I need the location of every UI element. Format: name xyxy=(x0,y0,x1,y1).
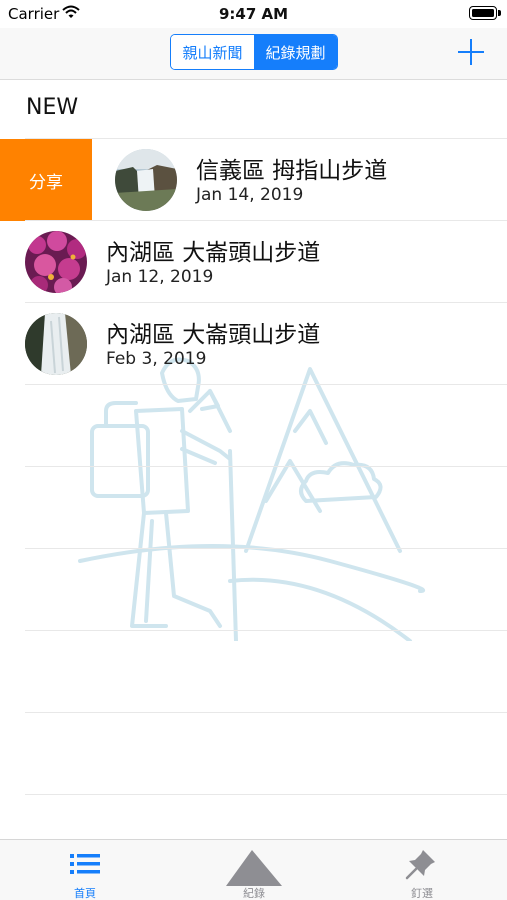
divider xyxy=(25,630,507,631)
item-date: Jan 14, 2019 xyxy=(196,185,304,205)
tab-label: 首頁 xyxy=(74,887,96,900)
item-title: 信義區 拇指山步道 xyxy=(196,158,388,184)
pushpin-icon xyxy=(362,846,482,884)
pink-flowers-thumbnail xyxy=(25,231,87,293)
section-header: NEW xyxy=(26,95,79,120)
status-time: 9:47 AM xyxy=(218,5,289,23)
tab-records[interactable]: 紀錄 xyxy=(194,840,314,900)
item-title: 內湖區 大崙頭山步道 xyxy=(106,240,321,266)
tab-bar: 首頁 紀錄 釘選 xyxy=(0,839,507,900)
item-date: Jan 12, 2019 xyxy=(106,267,214,287)
status-bar: Carrier 9:47 AM xyxy=(0,0,507,28)
segment-mountain-news[interactable]: 親山新聞 xyxy=(171,35,254,69)
list-item[interactable]: 內湖區 大崙頭山步道 Jan 12, 2019 xyxy=(0,221,507,303)
navigation-bar: 親山新聞 紀錄規劃 xyxy=(0,28,507,80)
waterfall-stream-thumbnail xyxy=(25,313,87,375)
list-item[interactable]: 內湖區 大崙頭山步道 Feb 3, 2019 xyxy=(0,303,507,385)
tab-pinned[interactable]: 釘選 xyxy=(362,840,482,900)
list-item[interactable]: 分享 信義區 拇指山步道 Jan 14, 2019 xyxy=(0,139,507,221)
plus-icon[interactable] xyxy=(455,36,487,68)
tab-label: 紀錄 xyxy=(243,887,265,900)
divider xyxy=(25,548,507,549)
segmented-control: 親山新聞 紀錄規劃 xyxy=(170,34,338,70)
item-date: Feb 3, 2019 xyxy=(106,349,207,369)
battery-icon xyxy=(469,6,501,20)
tab-label: 釘選 xyxy=(411,887,433,900)
divider xyxy=(25,466,507,467)
mountain-icon xyxy=(194,846,314,886)
hiker-illustration xyxy=(78,357,425,641)
share-action-button[interactable]: 分享 xyxy=(0,139,92,221)
divider xyxy=(25,794,507,795)
tab-home[interactable]: 首頁 xyxy=(25,840,145,900)
record-list[interactable]: NEW 分享 信義區 拇指山步道 Jan 14, 2019 內湖區 大崙頭山步道… xyxy=(0,81,507,839)
item-title: 內湖區 大崙頭山步道 xyxy=(106,322,321,348)
divider xyxy=(25,384,507,385)
list-icon xyxy=(25,846,145,884)
segment-records-planning[interactable]: 紀錄規劃 xyxy=(254,35,337,69)
divider xyxy=(25,712,507,713)
waterfall-cliff-thumbnail xyxy=(115,149,177,211)
